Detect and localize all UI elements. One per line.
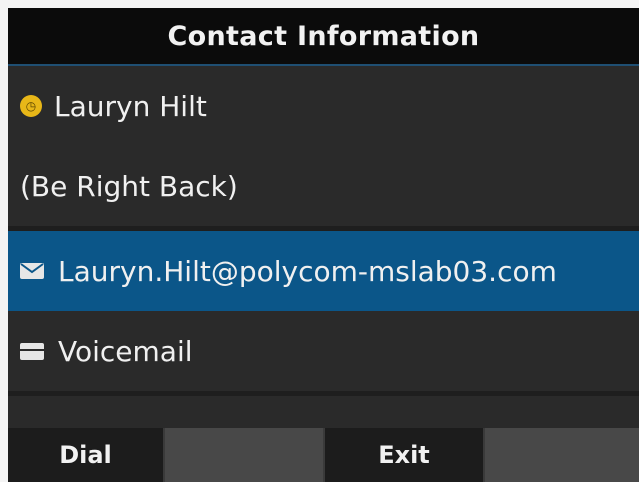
exit-button-label: Exit: [378, 441, 430, 469]
contact-name-row[interactable]: ◷ Lauryn Hilt: [8, 66, 639, 146]
dial-button[interactable]: Dial: [8, 428, 165, 482]
voicemail-label: Voicemail: [58, 334, 193, 368]
phone-screen: Contact Information ◷ Lauryn Hilt (Be Ri…: [8, 8, 639, 482]
softkey-bar: Dial Exit: [8, 428, 639, 482]
voicemail-row[interactable]: Voicemail: [8, 311, 639, 391]
exit-button[interactable]: Exit: [325, 428, 485, 482]
softkey-empty-2[interactable]: [485, 428, 639, 482]
contact-status: (Be Right Back): [20, 169, 238, 203]
presence-away-icon: ◷: [20, 95, 42, 117]
page-title: Contact Information: [8, 8, 639, 64]
contact-name: Lauryn Hilt: [54, 89, 207, 123]
dial-button-label: Dial: [59, 441, 112, 469]
softkey-empty-1[interactable]: [165, 428, 325, 482]
divider: [8, 391, 639, 396]
voicemail-icon: [20, 342, 44, 360]
page-title-text: Contact Information: [167, 20, 480, 52]
contact-email: Lauryn.Hilt@polycom-mslab03.com: [58, 254, 557, 288]
contact-email-row[interactable]: Lauryn.Hilt@polycom-mslab03.com: [8, 231, 639, 311]
contact-status-row[interactable]: (Be Right Back): [8, 146, 639, 226]
envelope-icon: [20, 263, 44, 279]
